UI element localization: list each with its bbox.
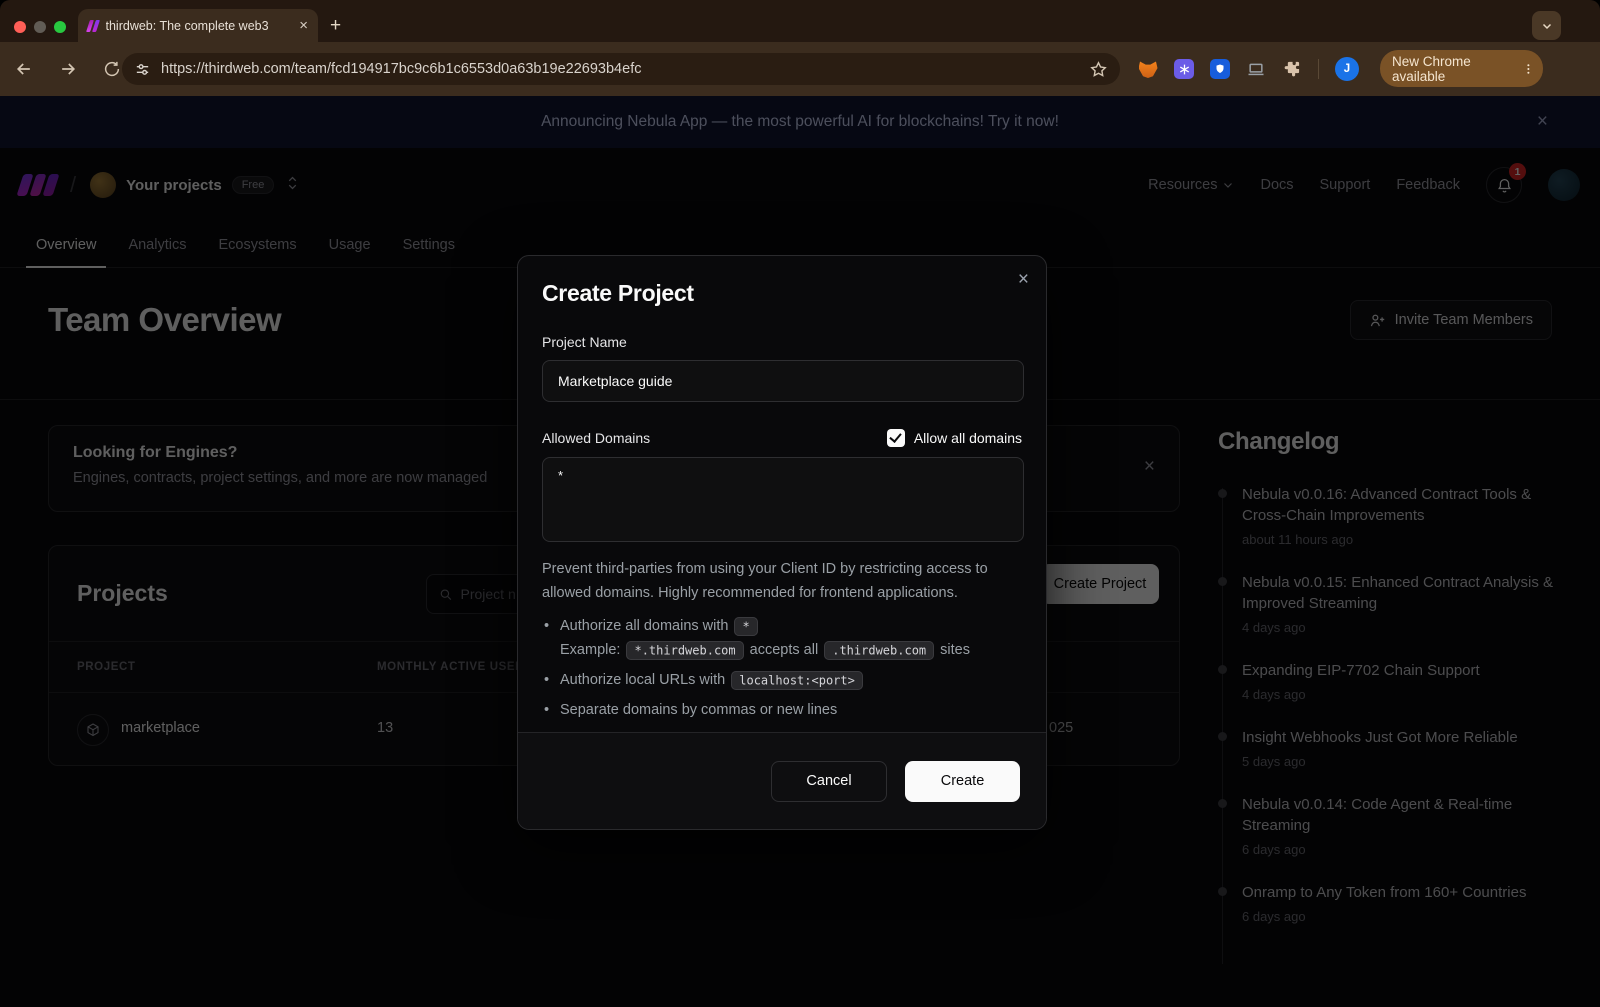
new-tab-button[interactable]: + [330,16,341,35]
back-button[interactable] [12,57,36,81]
close-window-button[interactable] [14,21,26,33]
chrome-tabstrip: thirdweb: The complete web3 × + [0,0,1600,42]
browser-tab[interactable]: thirdweb: The complete web3 × [78,9,318,42]
favicon-thirdweb [88,20,98,32]
project-name-label: Project Name [542,334,1022,350]
browser-window: thirdweb: The complete web3 × + https://… [0,0,1600,1007]
chrome-toolbar: https://thirdweb.com/team/fcd194917bc9c6… [0,42,1600,96]
bookmark-star-icon[interactable] [1089,60,1108,79]
allowed-domains-row: Allowed Domains Allow all domains [542,429,1022,447]
zoom-window-button[interactable] [54,21,66,33]
minimize-window-button[interactable] [34,21,46,33]
shield-extension-icon[interactable] [1210,59,1230,79]
code-chip-domain: .thirdweb.com [824,641,934,660]
site-settings-icon[interactable] [134,61,151,78]
chrome-update-button[interactable]: New Chrome available [1380,50,1543,87]
window-controls [14,21,66,33]
screen-share-extension-icon[interactable] [1246,59,1266,79]
reload-icon [103,60,121,78]
create-button[interactable]: Create [905,761,1020,802]
create-project-modal: × Create Project Project Name Allowed Do… [517,255,1047,830]
domains-help-list: Authorize all domains with * Example: *.… [542,614,1022,722]
project-name-input[interactable] [542,360,1024,402]
metamask-extension-icon[interactable] [1138,59,1158,79]
help-bullet-localhost: Authorize local URLs with localhost:<por… [542,668,1022,692]
code-chip-asterisk: * [734,617,757,636]
snowflake-extension-icon[interactable] [1174,59,1194,79]
code-chip-localhost: localhost:<port> [731,671,863,690]
extensions-row: J [1138,57,1359,81]
modal-footer: Cancel Create [518,732,1046,829]
toolbar-divider [1318,59,1319,79]
modal-close-icon[interactable]: × [1018,269,1029,291]
allow-all-domains-control[interactable]: Allow all domains [887,429,1022,447]
chrome-update-label: New Chrome available [1392,54,1516,84]
modal-title: Create Project [542,280,1022,307]
forward-arrow-icon [58,59,78,79]
cancel-button[interactable]: Cancel [771,761,887,802]
tab-title: thirdweb: The complete web3 [106,19,269,33]
allowed-domains-label: Allowed Domains [542,430,650,446]
domains-help-text: Prevent third-parties from using your Cl… [542,557,1024,605]
reload-button[interactable] [100,57,124,81]
url-text: https://thirdweb.com/team/fcd194917bc9c6… [161,61,1079,77]
domains-textarea[interactable]: * [542,457,1024,542]
extensions-puzzle-icon[interactable] [1282,59,1302,79]
allow-all-domains-checkbox[interactable] [887,429,905,447]
back-arrow-icon [14,59,34,79]
help-bullet-separators: Separate domains by commas or new lines [542,698,1022,722]
modal-body: Create Project Project Name Allowed Doma… [518,256,1046,752]
kebab-menu-icon[interactable] [1522,62,1535,76]
tab-search-button[interactable] [1532,11,1561,40]
tab-close-icon[interactable]: × [299,18,308,33]
url-bar[interactable]: https://thirdweb.com/team/fcd194917bc9c6… [122,53,1120,85]
code-chip-wildcard-domain: *.thirdweb.com [626,641,743,660]
chevron-down-icon [1541,20,1553,32]
forward-button[interactable] [56,57,80,81]
allow-all-domains-label: Allow all domains [914,430,1022,446]
help-bullet-authorize-all: Authorize all domains with * Example: *.… [542,614,1022,662]
chrome-profile-avatar[interactable]: J [1335,57,1359,81]
